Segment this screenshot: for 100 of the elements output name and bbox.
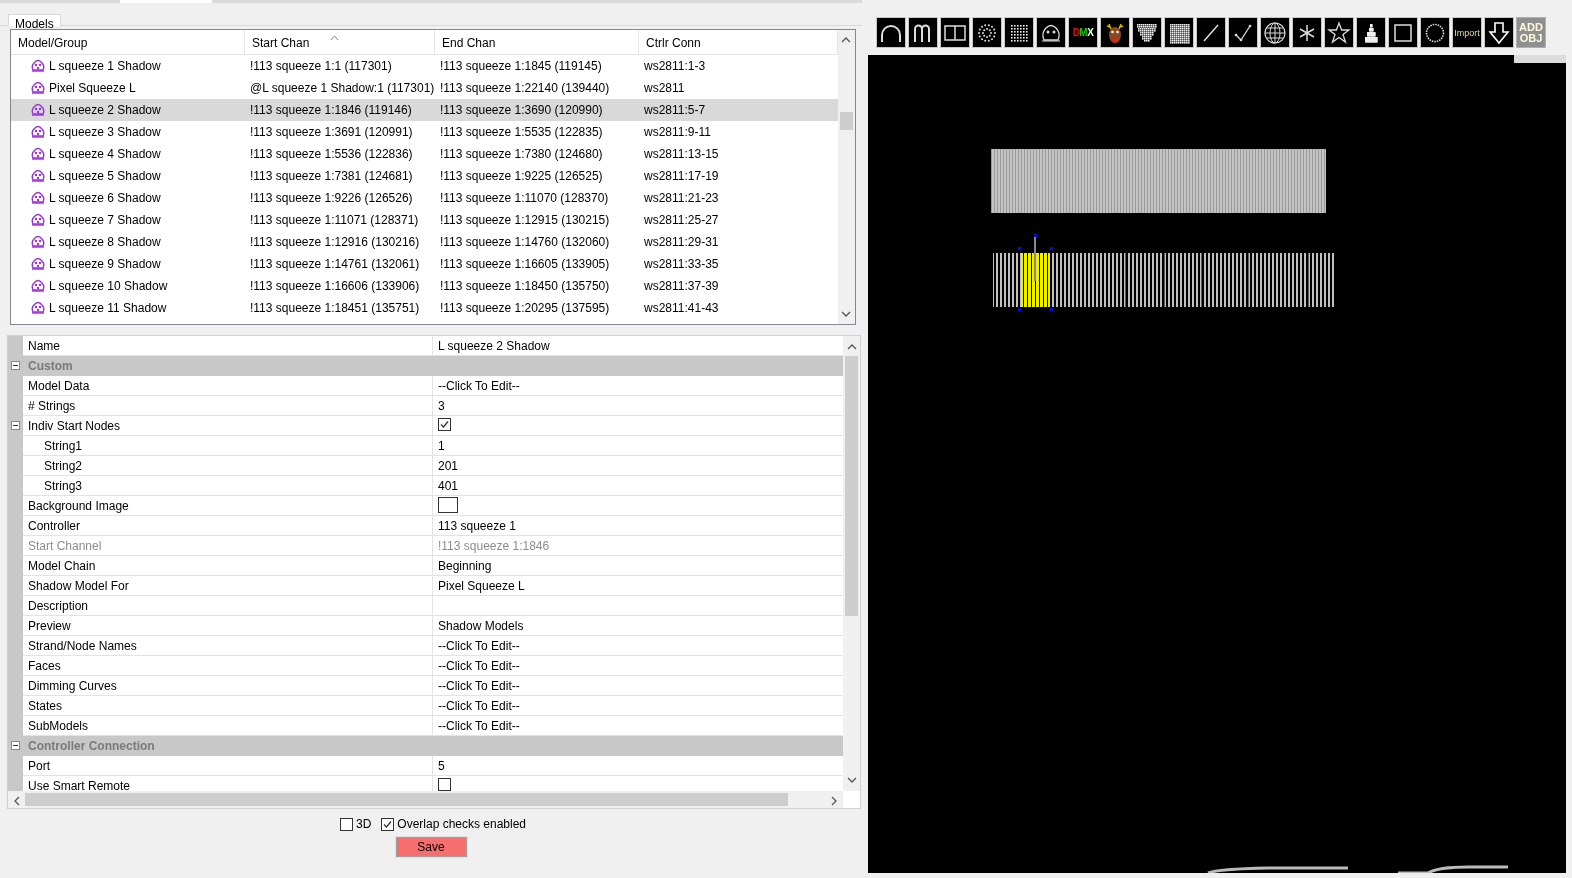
property-value[interactable]: --Click To Edit-- (438, 379, 520, 393)
canvas-corner-tab (1514, 55, 1566, 63)
property-value[interactable]: 201 (438, 459, 459, 473)
star-icon (1326, 19, 1352, 46)
property-label: Name (23, 336, 433, 355)
tool-button[interactable] (1196, 17, 1226, 48)
tool-button[interactable] (1324, 17, 1354, 48)
tool-button[interactable] (1228, 17, 1258, 48)
start-channel: !113 squeeze 1:11071 (128371) (249, 213, 420, 227)
property-value[interactable]: 3 (438, 399, 445, 413)
property-value[interactable]: Beginning (438, 559, 492, 573)
property-value[interactable]: Pixel Squeeze L (438, 579, 525, 593)
tool-button[interactable] (1164, 17, 1194, 48)
model-icon (30, 58, 46, 74)
checkbox-label[interactable]: 3D (355, 817, 372, 831)
checkbox[interactable] (381, 817, 395, 831)
property-value[interactable]: --Click To Edit-- (438, 639, 520, 653)
tool-button[interactable] (972, 17, 1002, 48)
column-header[interactable]: Start Chan (245, 30, 435, 54)
model-name: L squeeze 10 Shadow (49, 279, 168, 293)
start-channel: @L squeeze 1 Shadow:1 (117301) (249, 81, 435, 95)
tool-button[interactable] (1132, 17, 1162, 48)
property-label: # Strings (23, 396, 433, 415)
scrollbar-thumb[interactable] (25, 793, 788, 806)
property-value[interactable]: 401 (438, 479, 459, 493)
column-header[interactable]: End Chan (435, 30, 639, 54)
end-channel: !113 squeeze 1:16605 (133905) (439, 257, 611, 271)
property-label: SubModels (23, 716, 433, 735)
property-label: Model Chain (23, 556, 433, 575)
property-label: Port (23, 756, 433, 775)
checkbox[interactable] (339, 817, 353, 831)
tool-button[interactable] (1484, 17, 1514, 48)
controller-connection: ws2811:9-11 (643, 125, 712, 139)
collapse-icon[interactable] (11, 741, 20, 750)
property-value[interactable]: --Click To Edit-- (438, 699, 520, 713)
model-row[interactable]: L squeeze 3 Shadow !113 squeeze 1:3691 (120991) !113 squeeze 1:5535 (122835) ws2811:9-11 (11, 121, 838, 143)
model-row[interactable]: L squeeze 10 Shadow !113 squeeze 1:16606 (133906) !113 squeeze 1:18450 (135750) ws2811:37-39 (11, 275, 838, 297)
model-row[interactable]: L squeeze 11 Shadow !113 squeeze 1:18451 (135751) !113 squeeze 1:20295 (137595) ws2811:41-43 (11, 297, 838, 319)
property-value[interactable]: L squeeze 2 Shadow (438, 339, 550, 353)
end-channel: !113 squeeze 1:11070 (128370) (439, 191, 610, 205)
tool-button[interactable] (1260, 17, 1290, 48)
scroll-right-icon[interactable] (830, 795, 838, 808)
property-value[interactable]: --Click To Edit-- (438, 659, 520, 673)
property-label: Background Image (23, 496, 433, 515)
end-channel: !113 squeeze 1:14760 (132060) (439, 235, 611, 249)
model-icon (30, 124, 46, 140)
model-row[interactable]: L squeeze 1 Shadow !113 squeeze 1:1 (117301) !113 squeeze 1:1845 (119145) ws2811:1-3 (11, 55, 838, 77)
start-channel: !113 squeeze 1:1 (117301) (249, 59, 393, 73)
start-channel: !113 squeeze 1:14761 (132061) (249, 257, 421, 271)
scrollbar-thumb[interactable] (845, 356, 858, 616)
model-name: L squeeze 4 Shadow (49, 147, 161, 161)
property-label: Start Channel (23, 536, 433, 555)
tool-button[interactable] (1388, 17, 1418, 48)
property-value[interactable]: 1 (438, 439, 445, 453)
checkbox[interactable] (438, 778, 451, 791)
tool-button[interactable] (876, 17, 906, 48)
tool-button[interactable] (1100, 17, 1130, 48)
tool-button[interactable] (908, 17, 938, 48)
end-channel: !113 squeeze 1:5535 (122835) (439, 125, 604, 139)
vertical-scrollbar[interactable] (843, 336, 860, 791)
checkbox[interactable] (438, 418, 451, 431)
property-label: Strand/Node Names (23, 636, 433, 655)
tool-button[interactable]: Import (1452, 17, 1482, 48)
selection-handles[interactable] (1018, 234, 1053, 311)
shadow-models-strip[interactable] (993, 252, 1335, 308)
scroll-left-icon[interactable] (13, 795, 21, 808)
model-row[interactable]: Pixel Squeeze L @L squeeze 1 Shadow:1 (117301) !113 squeeze 1:22140 (139440) ws2811 (11, 77, 838, 99)
model-row[interactable]: L squeeze 2 Shadow !113 squeeze 1:1846 (119146) !113 squeeze 1:3690 (120990) ws2811:5-7 (11, 99, 838, 121)
property-value[interactable]: --Click To Edit-- (438, 719, 520, 733)
property-value[interactable]: 5 (438, 759, 445, 773)
model-row[interactable]: L squeeze 5 Shadow !113 squeeze 1:7381 (124681) !113 squeeze 1:9225 (126525) ws2811:17-19 (11, 165, 838, 187)
model-name: L squeeze 5 Shadow (49, 169, 161, 183)
model-row[interactable]: L squeeze 4 Shadow !113 squeeze 1:5536 (122836) !113 squeeze 1:7380 (124680) ws2811:13-15 (11, 143, 838, 165)
collapse-icon[interactable] (11, 421, 20, 430)
collapse-icon[interactable] (11, 361, 20, 370)
horizontal-scrollbar[interactable] (8, 791, 843, 808)
save-button[interactable]: Save (395, 837, 467, 857)
controller-connection: ws2811:1-3 (643, 59, 707, 73)
model-row[interactable]: L squeeze 9 Shadow !113 squeeze 1:14761 (132061) !113 squeeze 1:16605 (133905) ws2811:33-35 (11, 253, 838, 275)
start-channel: !113 squeeze 1:16606 (133906) (249, 279, 421, 293)
image-swatch[interactable] (438, 497, 458, 513)
model-row[interactable]: L squeeze 8 Shadow !113 squeeze 1:12916 (130216) !113 squeeze 1:14760 (132060) ws2811:29-31 (11, 231, 838, 253)
tool-button[interactable] (1004, 17, 1034, 48)
model-row[interactable]: L squeeze 6 Shadow !113 squeeze 1:9226 (126526) !113 squeeze 1:11070 (128370) ws2811:21-23 (11, 187, 838, 209)
vertical-scrollbar[interactable] (838, 30, 855, 324)
checkbox-label[interactable]: Overlap checks enabled (397, 817, 527, 831)
tool-button[interactable] (1420, 17, 1450, 48)
models-tab[interactable]: Models (8, 14, 61, 26)
property-value[interactable]: Shadow Models (438, 619, 524, 633)
tool-button[interactable] (1292, 17, 1322, 48)
tool-button[interactable] (1036, 17, 1066, 48)
dmx-button[interactable]: DMX (1068, 17, 1098, 48)
column-header[interactable]: Model/Group (11, 30, 245, 54)
model-icon (30, 190, 46, 206)
model-row[interactable]: L squeeze 7 Shadow !113 squeeze 1:11071 (128371) !113 squeeze 1:12915 (130215) ws2811:25-27 (11, 209, 838, 231)
tool-button[interactable] (940, 17, 970, 48)
property-value[interactable]: 113 squeeze 1 (438, 519, 516, 533)
scrollbar-thumb[interactable] (840, 112, 853, 130)
property-value[interactable]: --Click To Edit-- (438, 679, 520, 693)
model-outline[interactable] (1206, 865, 1510, 873)
